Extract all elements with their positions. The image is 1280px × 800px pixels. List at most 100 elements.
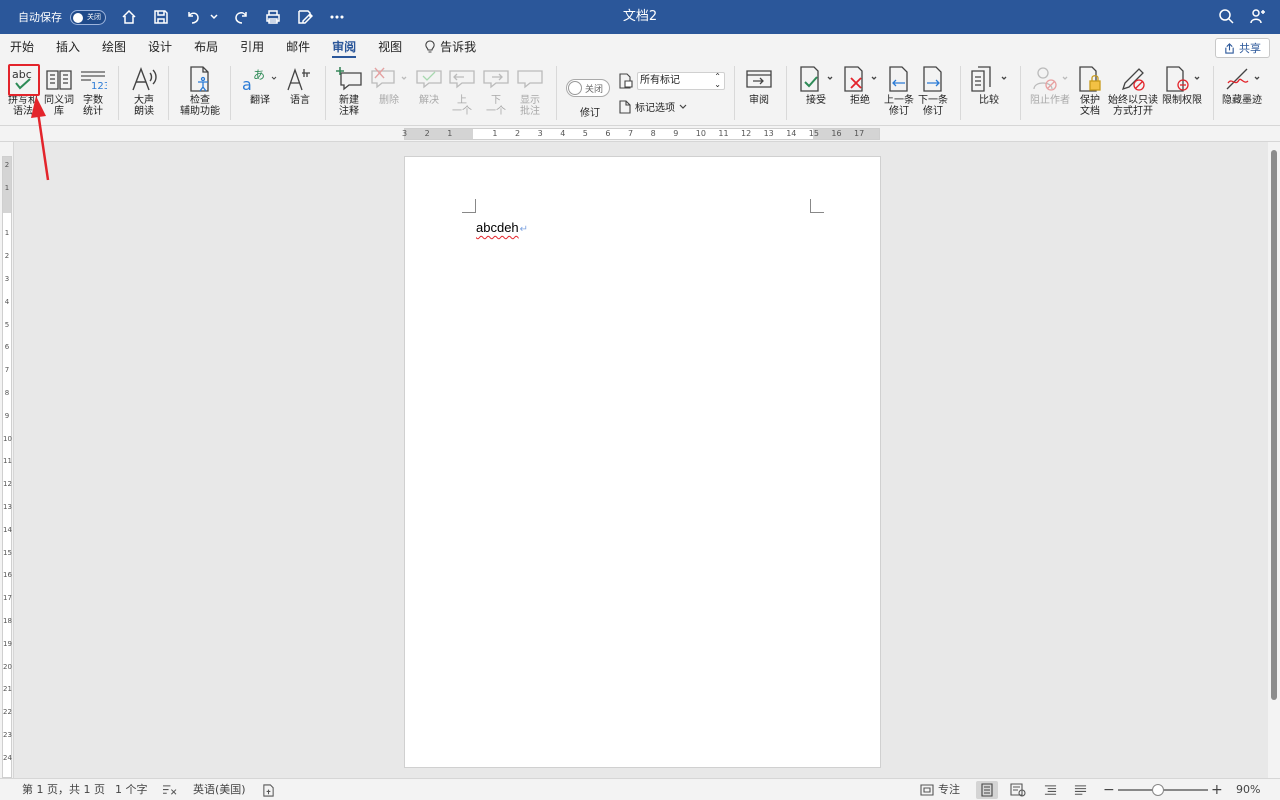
hide-ink-button[interactable]: 隐藏墨迹 xyxy=(1222,64,1262,106)
language-button[interactable]: 语言 xyxy=(285,64,315,106)
zoom-out-button[interactable]: − xyxy=(1103,779,1115,800)
tab-2[interactable]: 绘图 xyxy=(91,34,137,60)
ruler-number: 15 xyxy=(3,548,12,557)
misspelled-word[interactable]: abcdeh xyxy=(476,220,519,235)
more-icon[interactable] xyxy=(328,8,346,26)
previous-comment-button[interactable]: 上 一个 xyxy=(447,64,477,117)
markup-display-select[interactable]: 所有标记 ⌃ ⌄ xyxy=(637,72,725,90)
translate-icon: aあ xyxy=(242,64,278,94)
ruler-number: 9 xyxy=(673,129,679,138)
ruler-number: 3 xyxy=(402,129,408,138)
new-comment-icon xyxy=(334,64,364,94)
next-comment-button[interactable]: 下 一个 xyxy=(481,64,511,117)
ruler-number: 18 xyxy=(3,617,12,625)
search-icon[interactable] xyxy=(1218,8,1234,27)
ruler-number: 13 xyxy=(3,503,12,511)
always-open-readonly-button[interactable]: 始终以只读 方式打开 xyxy=(1108,64,1158,117)
hide-ink-label: 隐藏墨迹 xyxy=(1222,95,1262,106)
tab-3[interactable]: 设计 xyxy=(137,34,183,60)
word-count-icon-text: 123 xyxy=(91,81,107,92)
tab-5[interactable]: 引用 xyxy=(229,34,275,60)
show-comments-label: 显示 批注 xyxy=(520,95,540,117)
ruler-number: 19 xyxy=(3,639,12,648)
edit-doc-icon[interactable] xyxy=(296,8,314,26)
ruler-number: 21 xyxy=(3,685,12,694)
word-count-status[interactable]: 1 个字 xyxy=(115,779,148,800)
paragraph-mark-icon: ↵ xyxy=(519,224,529,235)
tab-8[interactable]: 视图 xyxy=(367,34,413,60)
ruler-number: 14 xyxy=(3,525,12,534)
language-status[interactable]: 英语(美国) xyxy=(193,779,246,800)
compare-button[interactable]: 比较 xyxy=(970,64,1008,106)
redo-icon[interactable] xyxy=(232,8,250,26)
autosave-label: 自动保存 xyxy=(18,11,62,24)
reject-button[interactable]: 拒绝 xyxy=(842,64,878,106)
book-icon xyxy=(44,64,74,94)
account-icon[interactable] xyxy=(1250,8,1266,27)
focus-label: 专注 xyxy=(938,783,960,796)
zoom-in-button[interactable]: + xyxy=(1211,779,1223,800)
tab-4[interactable]: 布局 xyxy=(183,34,229,60)
print-layout-view-icon[interactable] xyxy=(980,779,994,800)
save-icon[interactable] xyxy=(152,8,170,26)
show-comments-icon xyxy=(515,64,545,94)
delete-comment-button[interactable]: 删除 xyxy=(370,64,408,106)
restrict-permission-button[interactable]: 限制权限 xyxy=(1162,64,1202,106)
focus-mode-button[interactable]: 专注 xyxy=(920,779,960,800)
chevron-down-icon xyxy=(679,104,687,109)
document-page[interactable] xyxy=(404,156,881,768)
check-accessibility-button[interactable]: 检查 辅助功能 xyxy=(180,64,220,117)
autosave-state: 关闭 xyxy=(87,13,101,21)
tell-me-search[interactable]: 告诉我 xyxy=(413,34,487,60)
scroll-thumb[interactable] xyxy=(1271,150,1277,700)
ruler-number: 11 xyxy=(3,457,12,466)
document-body-text[interactable]: abcdeh↵ xyxy=(476,220,528,235)
read-aloud-button[interactable]: 大声 朗读 xyxy=(129,64,159,117)
zoom-slider-handle[interactable] xyxy=(1152,784,1164,796)
accessibility-status-icon[interactable] xyxy=(262,779,275,800)
zoom-level[interactable]: 90% xyxy=(1236,779,1260,800)
word-count-button[interactable]: 123 字数 统计 xyxy=(78,64,108,117)
ruler-number: 16 xyxy=(831,129,842,138)
markup-options-button[interactable]: 标记选项 xyxy=(619,99,687,114)
block-authors-button[interactable]: 阻止作者 xyxy=(1030,64,1070,106)
undo-icon[interactable] xyxy=(184,8,202,26)
chevron-down-icon[interactable] xyxy=(210,8,218,26)
autosave-toggle[interactable]: 关闭 xyxy=(70,9,106,25)
protect-document-button[interactable]: 保护 文档 xyxy=(1075,64,1105,117)
vertical-ruler[interactable]: 2 1 1 2 3 4 5 6 7 8 9 10 11 12 13 14 15 16 17 18 19 20 21 22 23 2… xyxy=(0,142,14,785)
accessibility-label: 检查 辅助功能 xyxy=(180,95,220,117)
track-changes-toggle[interactable]: 关闭 xyxy=(566,79,610,97)
new-comment-button[interactable]: 新建 注释 xyxy=(334,64,364,117)
block-authors-label: 阻止作者 xyxy=(1030,95,1070,106)
tab-0[interactable]: 开始 xyxy=(10,34,45,60)
previous-comment-icon xyxy=(447,64,477,94)
next-change-button[interactable]: 下一条 修订 xyxy=(918,64,948,117)
ruler-number: 7 xyxy=(628,129,634,138)
print-icon[interactable] xyxy=(264,8,282,26)
web-layout-view-icon[interactable] xyxy=(1010,779,1026,800)
margin-corner-top-left xyxy=(462,199,476,213)
ruler-number: 5 xyxy=(582,129,588,138)
ribbon-review: abc 拼写和 语法 同义词 库 123 字数 统计 大声 朗读 检查 辅助功能… xyxy=(0,60,1280,126)
page-count-status[interactable]: 第 1 页，共 1 页 xyxy=(22,779,105,800)
tab-1[interactable]: 插入 xyxy=(45,34,91,60)
previous-change-button[interactable]: 上一条 修订 xyxy=(884,64,914,117)
tab-6[interactable]: 邮件 xyxy=(275,34,321,60)
translate-button[interactable]: aあ 翻译 xyxy=(242,64,278,106)
outline-view-icon[interactable] xyxy=(1044,779,1057,800)
proofing-status-icon[interactable] xyxy=(162,779,177,800)
read-aloud-label: 大声 朗读 xyxy=(134,95,154,117)
show-comments-button[interactable]: 显示 批注 xyxy=(515,64,545,117)
draft-view-icon[interactable] xyxy=(1074,779,1087,800)
share-button[interactable]: 共享 xyxy=(1215,38,1270,58)
vertical-scrollbar[interactable] xyxy=(1268,142,1280,778)
home-icon[interactable] xyxy=(120,8,138,26)
next-comment-icon xyxy=(481,64,511,94)
track-toggle-state: 关闭 xyxy=(584,84,603,95)
reviewing-pane-button[interactable]: 审阅 xyxy=(744,64,774,106)
accept-button[interactable]: 接受 xyxy=(798,64,834,106)
tab-7[interactable]: 审阅 xyxy=(321,34,367,60)
resolve-button[interactable]: 解决 xyxy=(414,64,444,106)
horizontal-ruler[interactable]: 3 2 1 1 2 3 4 5 6 7 8 9 10 11 12 13 14 15 16 17 xyxy=(0,126,1280,142)
